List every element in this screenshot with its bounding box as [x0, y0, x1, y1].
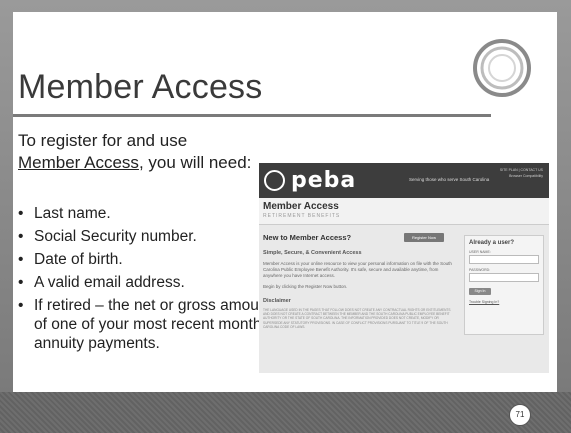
- password-input[interactable]: [469, 273, 539, 282]
- title-divider: [13, 114, 491, 117]
- disclaimer-text: THE LANGUAGE USED IN THE PAGES THAT FOLL…: [263, 308, 451, 329]
- login-title: Already a user?: [469, 240, 515, 246]
- website-screenshot: peba Serving those who serve South Carol…: [259, 163, 549, 373]
- username-input[interactable]: [469, 255, 539, 264]
- website-main: New to Member Access? Simple, Secure, & …: [263, 233, 453, 329]
- website-header: peba Serving those who serve South Carol…: [259, 163, 549, 198]
- list-item: A valid email address.: [18, 273, 278, 292]
- website-subheader: Member Access RETIREMENT BENEFITS: [259, 198, 549, 225]
- username-label: USER NAME:: [469, 250, 491, 254]
- website-heading: New to Member Access?: [263, 233, 352, 242]
- intro-prefix: To register for and use: [18, 131, 188, 150]
- website-top-links: SITE PLAN | CONTACT US Browser Compatibi…: [500, 167, 543, 179]
- page-number-badge: 71: [509, 404, 531, 426]
- list-item: If retired – the net or gross amount of …: [18, 296, 278, 353]
- member-access-link[interactable]: Member Access: [18, 153, 139, 172]
- list-item: Last name.: [18, 204, 278, 223]
- disclaimer-heading: Disclaimer: [263, 298, 291, 304]
- website-page-title: Member Access: [263, 201, 339, 212]
- password-label: PASSWORD:: [469, 268, 491, 272]
- requirements-list: Last name. Social Security number. Date …: [18, 204, 278, 357]
- footer-bar: [0, 392, 571, 433]
- slide-title: Member Access: [18, 68, 263, 106]
- login-panel: Already a user? USER NAME: PASSWORD: Sig…: [464, 235, 544, 335]
- trouble-signing-in-link[interactable]: Trouble Signing In?: [469, 300, 543, 304]
- website-begin-text: Begin by clicking the Register Now butto…: [263, 284, 348, 289]
- concentric-rings-logo-icon: [473, 39, 531, 97]
- peba-logo: peba: [290, 168, 357, 193]
- sign-in-button[interactable]: Sign In: [469, 288, 491, 295]
- intro-suffix: , you will need:: [138, 153, 252, 172]
- browser-compat-link[interactable]: Browser Compatibility: [500, 173, 543, 179]
- list-item: Date of birth.: [18, 250, 278, 269]
- website-page-subtitle: RETIREMENT BENEFITS: [263, 213, 341, 219]
- list-item: Social Security number.: [18, 227, 278, 246]
- intro-text: To register for and use Member Access, y…: [18, 130, 268, 174]
- website-subheading: Simple, Secure, & Convenient Access: [263, 250, 362, 256]
- website-paragraph: Member Access is your online resource to…: [263, 261, 452, 278]
- website-tagline: Serving those who serve South Carolina: [409, 177, 490, 182]
